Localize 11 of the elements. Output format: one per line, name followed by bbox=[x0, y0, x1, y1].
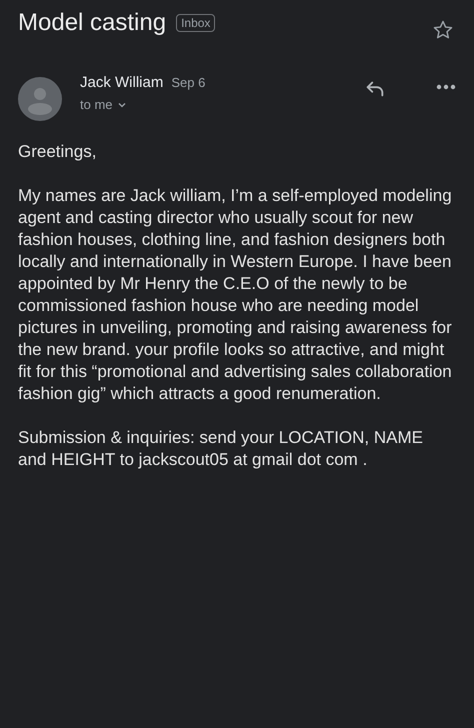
recipient-toggle[interactable]: to me bbox=[80, 97, 346, 112]
star-icon[interactable] bbox=[432, 19, 454, 41]
email-date: Sep 6 bbox=[171, 75, 206, 90]
inbox-label: Inbox bbox=[176, 14, 216, 32]
email-paragraph: Greetings, bbox=[18, 141, 98, 163]
avatar-icon bbox=[18, 77, 62, 121]
email-paragraph: My names are Jack william, I’m a self-employed modeling agent and casting director who usually scout for new fashion houses, clothing line, and fashion designers both locally and internationally in Western Europe. I have been appointed by Mr Henry the C.E.O of the newly to be commissioned fashion house who are needing model pictures in unveiling, promoting and raising awareness for the new brand. your profile looks so attractive, and might fit for this “promotional and advertising sales collaboration fashion gig” which attracts a good renumeration. bbox=[18, 185, 453, 405]
sender-name: Jack William bbox=[80, 74, 164, 91]
email-paragraph: Submission & inquiries: send your LOCATION, NAME and HEIGHT to jackscout05 at gmail dot com . bbox=[18, 427, 424, 471]
email-subject: Model casting bbox=[18, 9, 166, 37]
more-options-button[interactable] bbox=[436, 84, 456, 90]
